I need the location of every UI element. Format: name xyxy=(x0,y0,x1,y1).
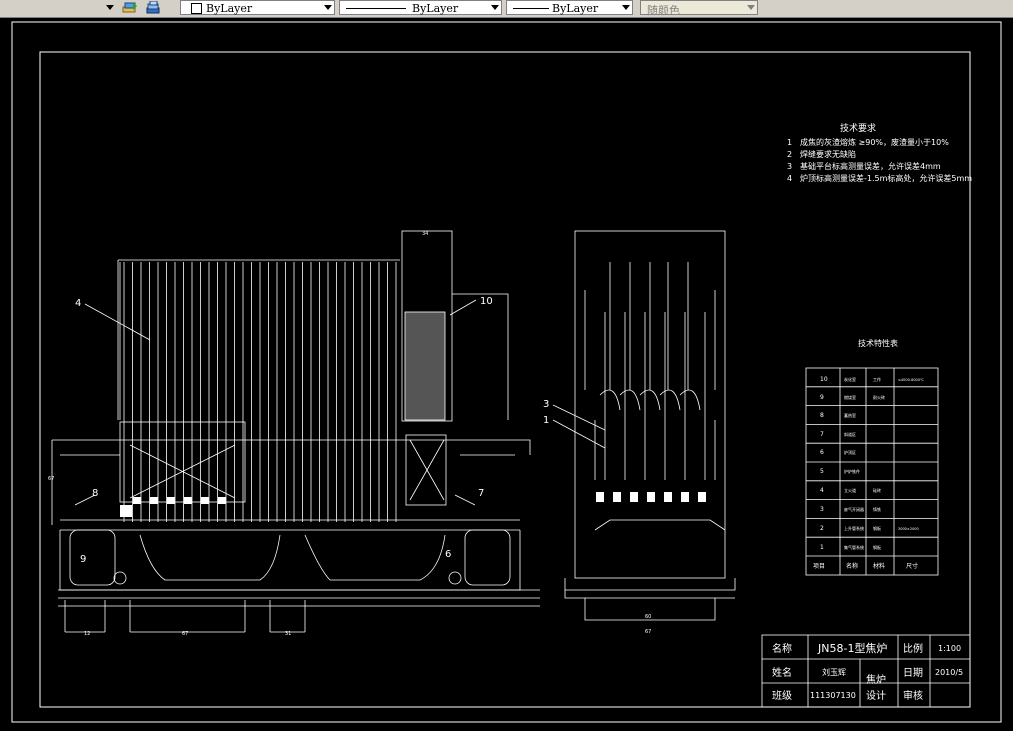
params-cell: 铸铁 xyxy=(873,506,881,512)
params-cell: 5 xyxy=(820,468,824,475)
tech-req-text: 焊缝要求无缺陷 xyxy=(800,149,856,159)
params-footer-cell: 材料 xyxy=(873,562,885,570)
title-class-label: 班级 xyxy=(772,690,792,702)
title-review-label: 审核 xyxy=(903,689,923,702)
title-author-value: 刘玉辉 xyxy=(822,667,846,677)
dropdown-arrow-icon[interactable] xyxy=(106,5,114,10)
plotstyle-combo[interactable]: 随颜色 xyxy=(640,0,758,17)
tech-req-text: 成焦的灰渣熔炼 ≥90%，废渣量小于10% xyxy=(800,137,949,147)
title-scale-label: 比例 xyxy=(903,642,923,655)
params-cell: 护炉铁件 xyxy=(844,468,860,474)
params-cell: 炉顶区 xyxy=(844,449,856,455)
tech-req-num: 1 xyxy=(787,138,792,147)
linetype-combo[interactable]: ByLayer xyxy=(339,0,502,15)
chevron-down-icon[interactable] xyxy=(622,5,630,10)
drawing-area[interactable]: 4 10 8 7 9 6 3 1 34 67 12 67 31 60 67 技术… xyxy=(0,18,1013,727)
chevron-down-icon[interactable] xyxy=(491,5,499,10)
title-name-value: JN58-1型焦炉 xyxy=(817,641,887,655)
params-cell: 3 xyxy=(820,506,824,513)
params-cell: ≤4000-6000℃ xyxy=(898,378,924,382)
tech-req-title: 技术要求 xyxy=(840,122,876,134)
dim-label: 67 xyxy=(645,629,651,635)
params-cell: 蓄热室 xyxy=(844,412,856,418)
params-cell: 3000×2000 xyxy=(898,527,919,531)
dim-label: 67 xyxy=(182,631,188,637)
callout-9: 9 xyxy=(80,554,86,565)
params-cell: 工作 xyxy=(873,376,881,382)
title-date-value: 2010/5 xyxy=(935,668,963,677)
lineweight-combo-label: ByLayer xyxy=(552,2,599,15)
tech-req-num: 4 xyxy=(787,174,792,183)
grate-blocks xyxy=(120,497,226,517)
dim-label: 34 xyxy=(422,231,428,237)
side-blocks xyxy=(596,492,706,502)
linetype-sample xyxy=(346,8,406,9)
params-footer-cell: 尺寸 xyxy=(906,562,918,570)
chevron-down-icon[interactable] xyxy=(324,5,332,10)
params-footer-cell: 项目 xyxy=(813,563,825,570)
color-swatch xyxy=(191,3,202,14)
params-cell: 钢板 xyxy=(873,525,881,531)
title-scale-value: 1:100 xyxy=(938,644,961,653)
callout-6: 6 xyxy=(445,549,451,560)
layer-states-icon[interactable] xyxy=(122,1,138,15)
tech-req-text: 炉顶标高测量误差-1.5m标高处，允许误差5mm xyxy=(800,173,972,183)
title-design-label: 设计 xyxy=(866,689,886,702)
params-cell: 4 xyxy=(820,487,824,494)
callout-7: 7 xyxy=(478,488,484,499)
title-date-label: 日期 xyxy=(903,667,923,679)
params-cell: 燃烧室 xyxy=(844,394,856,400)
tech-req-num: 3 xyxy=(787,162,792,171)
front-elevation xyxy=(51,230,540,633)
dim-label: 31 xyxy=(285,631,291,637)
chevron-down-icon[interactable] xyxy=(747,5,755,10)
dim-label: 67 xyxy=(48,476,54,482)
side-elevation xyxy=(564,230,736,621)
params-cell: 耐火砖 xyxy=(873,394,885,400)
params-cell: 斜道区 xyxy=(844,431,856,437)
params-table-grid xyxy=(805,367,939,576)
layer-previous-icon[interactable] xyxy=(145,0,161,15)
tech-req-num: 2 xyxy=(787,150,792,159)
params-cell: 废气开闭器 xyxy=(844,506,864,512)
params-title: 技术特性表 xyxy=(858,338,898,348)
title-author-label: 姓名 xyxy=(772,666,792,679)
properties-toolbar: ByLayer ByLayer ByLayer 随颜色 xyxy=(0,0,1013,18)
params-cell: 7 xyxy=(820,431,824,438)
callout-4: 4 xyxy=(75,298,81,309)
plotstyle-combo-label: 随颜色 xyxy=(647,4,680,17)
linetype-combo-label: ByLayer xyxy=(412,2,459,15)
layer-combo[interactable]: ByLayer xyxy=(180,0,335,15)
params-cell: 10 xyxy=(820,376,828,383)
dim-label: 12 xyxy=(84,631,90,637)
params-cell: 钢板 xyxy=(873,544,881,550)
params-table: 10 炭化室 工作 ≤4000-6000℃ 9 燃烧室 耐火砖 8 蓄热室 7 … xyxy=(813,376,924,570)
params-cell: 8 xyxy=(820,412,824,419)
title-block: 名称 JN58-1型焦炉 比例 1:100 姓名 刘玉辉 焦炉 日期 2010/… xyxy=(772,641,963,702)
callout-8: 8 xyxy=(92,488,98,499)
params-footer-cell: 名称 xyxy=(846,562,858,570)
tech-req-list: 1 成焦的灰渣熔炼 ≥90%，废渣量小于10% 2 焊缝要求无缺陷 3 基础平台… xyxy=(787,137,972,183)
lineweight-sample xyxy=(513,8,549,9)
layer-combo-label: ByLayer xyxy=(206,2,253,15)
params-cell: 硅砖 xyxy=(873,487,881,493)
params-cell: 6 xyxy=(820,449,824,456)
params-cell: 集气管系统 xyxy=(844,544,864,550)
title-name-label: 名称 xyxy=(772,642,792,655)
params-cell: 上升管系统 xyxy=(844,525,864,531)
callout-10: 10 xyxy=(480,296,493,307)
dim-label: 60 xyxy=(645,614,651,620)
callout-1: 1 xyxy=(543,415,549,426)
params-cell: 炭化室 xyxy=(844,376,856,382)
title-subject-value: 焦炉 xyxy=(866,673,886,686)
cad-drawing: 4 10 8 7 9 6 3 1 34 67 12 67 31 60 67 技术… xyxy=(11,21,1002,723)
params-cell: 立火道 xyxy=(844,487,856,493)
lineweight-combo[interactable]: ByLayer xyxy=(506,0,633,15)
callout-3: 3 xyxy=(543,399,549,410)
title-class-value: 111307130 xyxy=(810,691,856,700)
params-cell: 1 xyxy=(820,544,824,551)
tech-req-text: 基础平台标高测量误差，允许误差4mm xyxy=(800,161,941,171)
params-cell: 2 xyxy=(820,525,824,532)
params-cell: 9 xyxy=(820,394,824,401)
